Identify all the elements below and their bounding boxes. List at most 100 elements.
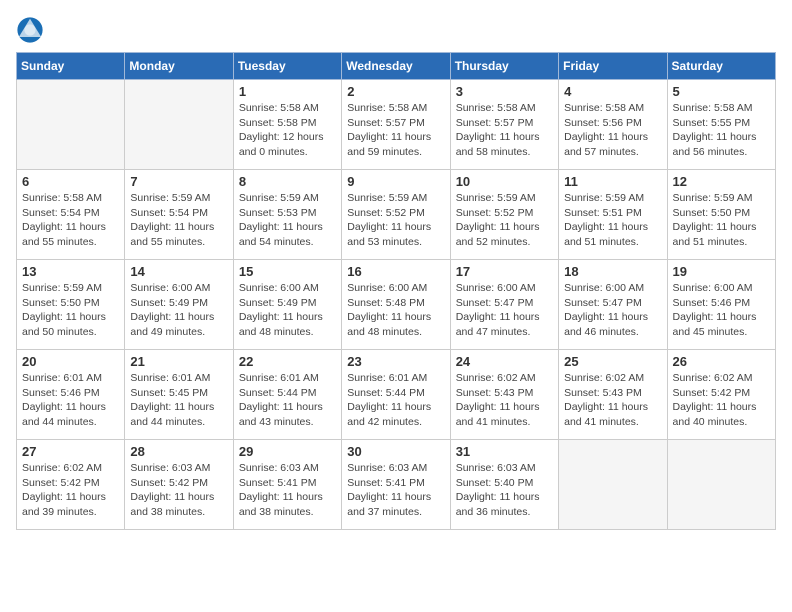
calendar-cell	[559, 440, 667, 530]
day-number: 16	[347, 264, 444, 279]
day-info: Sunrise: 5:59 AM Sunset: 5:51 PM Dayligh…	[564, 191, 661, 250]
calendar-cell: 10Sunrise: 5:59 AM Sunset: 5:52 PM Dayli…	[450, 170, 558, 260]
weekday-header: Thursday	[450, 53, 558, 80]
day-number: 4	[564, 84, 661, 99]
calendar-cell: 23 Sunrise: 6:01 AM Sunset: 5:44 PM Dayli…	[342, 350, 450, 440]
weekday-header: Monday	[125, 53, 233, 80]
day-info: Sunrise: 6:03 AM Sunset: 5:41 PM Dayligh…	[239, 461, 336, 520]
calendar-cell: 30 Sunrise: 6:03 AM Sunset: 5:41 PM Dayli…	[342, 440, 450, 530]
calendar-cell	[667, 440, 775, 530]
calendar-cell	[17, 80, 125, 170]
calendar-cell: 3 Sunrise: 5:58 AM Sunset: 5:57 PM Daylig…	[450, 80, 558, 170]
calendar-cell: 27 Sunrise: 6:02 AM Sunset: 5:42 PM Dayli…	[17, 440, 125, 530]
day-number: 30	[347, 444, 444, 459]
calendar-week-row: 13 Sunrise: 5:59 AM Sunset: 5:50 PM Dayli…	[17, 260, 776, 350]
day-info: Sunrise: 6:02 AM Sunset: 5:43 PM Dayligh…	[564, 371, 661, 430]
day-info: Sunrise: 6:00 AM Sunset: 5:49 PM Dayligh…	[130, 281, 227, 340]
calendar-cell: 19 Sunrise: 6:00 AM Sunset: 5:46 PM Dayli…	[667, 260, 775, 350]
day-info: Sunrise: 5:59 AM Sunset: 5:52 PM Dayligh…	[347, 191, 444, 250]
day-number: 3	[456, 84, 553, 99]
calendar-cell: 28 Sunrise: 6:03 AM Sunset: 5:42 PM Dayli…	[125, 440, 233, 530]
day-number: 31	[456, 444, 553, 459]
weekday-header: Sunday	[17, 53, 125, 80]
day-info: Sunrise: 6:00 AM Sunset: 5:47 PM Dayligh…	[564, 281, 661, 340]
calendar-cell: 20Sunrise: 6:01 AM Sunset: 5:46 PM Dayli…	[17, 350, 125, 440]
day-info: Sunrise: 5:58 AM Sunset: 5:56 PM Dayligh…	[564, 101, 661, 160]
day-number: 29	[239, 444, 336, 459]
weekday-header: Saturday	[667, 53, 775, 80]
day-number: 13	[22, 264, 119, 279]
calendar-week-row: 6Sunrise: 5:58 AM Sunset: 5:54 PM Daylig…	[17, 170, 776, 260]
calendar-cell: 22 Sunrise: 6:01 AM Sunset: 5:44 PM Dayli…	[233, 350, 341, 440]
weekday-header: Friday	[559, 53, 667, 80]
day-number: 23	[347, 354, 444, 369]
calendar-cell: 4 Sunrise: 5:58 AM Sunset: 5:56 PM Daylig…	[559, 80, 667, 170]
day-number: 2	[347, 84, 444, 99]
calendar-week-row: 27 Sunrise: 6:02 AM Sunset: 5:42 PM Dayli…	[17, 440, 776, 530]
day-number: 19	[673, 264, 770, 279]
day-info: Sunrise: 6:03 AM Sunset: 5:42 PM Dayligh…	[130, 461, 227, 520]
day-info: Sunrise: 6:03 AM Sunset: 5:41 PM Dayligh…	[347, 461, 444, 520]
day-number: 25	[564, 354, 661, 369]
calendar-table: SundayMondayTuesdayWednesdayThursdayFrid…	[16, 52, 776, 530]
day-number: 1	[239, 84, 336, 99]
weekday-header: Wednesday	[342, 53, 450, 80]
day-number: 7	[130, 174, 227, 189]
day-info: Sunrise: 5:59 AM Sunset: 5:52 PM Dayligh…	[456, 191, 553, 250]
day-number: 14	[130, 264, 227, 279]
calendar-cell: 16 Sunrise: 6:00 AM Sunset: 5:48 PM Dayli…	[342, 260, 450, 350]
calendar-week-row: 20Sunrise: 6:01 AM Sunset: 5:46 PM Dayli…	[17, 350, 776, 440]
day-number: 8	[239, 174, 336, 189]
weekday-header: Tuesday	[233, 53, 341, 80]
day-info: Sunrise: 6:01 AM Sunset: 5:45 PM Dayligh…	[130, 371, 227, 430]
calendar-cell: 8 Sunrise: 5:59 AM Sunset: 5:53 PM Daylig…	[233, 170, 341, 260]
calendar-cell: 9 Sunrise: 5:59 AM Sunset: 5:52 PM Daylig…	[342, 170, 450, 260]
calendar-cell	[125, 80, 233, 170]
day-info: Sunrise: 6:02 AM Sunset: 5:43 PM Dayligh…	[456, 371, 553, 430]
day-info: Sunrise: 5:59 AM Sunset: 5:50 PM Dayligh…	[22, 281, 119, 340]
calendar-cell: 2 Sunrise: 5:58 AM Sunset: 5:57 PM Daylig…	[342, 80, 450, 170]
day-info: Sunrise: 5:58 AM Sunset: 5:54 PM Dayligh…	[22, 191, 119, 250]
day-info: Sunrise: 5:59 AM Sunset: 5:50 PM Dayligh…	[673, 191, 770, 250]
day-info: Sunrise: 5:59 AM Sunset: 5:54 PM Dayligh…	[130, 191, 227, 250]
day-info: Sunrise: 5:58 AM Sunset: 5:58 PM Dayligh…	[239, 101, 336, 160]
calendar-cell: 31 Sunrise: 6:03 AM Sunset: 5:40 PM Dayli…	[450, 440, 558, 530]
day-info: Sunrise: 6:00 AM Sunset: 5:47 PM Dayligh…	[456, 281, 553, 340]
day-number: 12	[673, 174, 770, 189]
calendar-cell: 11Sunrise: 5:59 AM Sunset: 5:51 PM Dayli…	[559, 170, 667, 260]
calendar-cell: 25 Sunrise: 6:02 AM Sunset: 5:43 PM Dayli…	[559, 350, 667, 440]
day-number: 27	[22, 444, 119, 459]
calendar-cell: 15Sunrise: 6:00 AM Sunset: 5:49 PM Dayli…	[233, 260, 341, 350]
day-number: 17	[456, 264, 553, 279]
day-info: Sunrise: 5:58 AM Sunset: 5:57 PM Dayligh…	[347, 101, 444, 160]
calendar-cell: 26 Sunrise: 6:02 AM Sunset: 5:42 PM Dayli…	[667, 350, 775, 440]
day-number: 5	[673, 84, 770, 99]
day-number: 20	[22, 354, 119, 369]
day-number: 24	[456, 354, 553, 369]
day-info: Sunrise: 6:00 AM Sunset: 5:48 PM Dayligh…	[347, 281, 444, 340]
logo-icon	[16, 16, 44, 44]
day-info: Sunrise: 5:58 AM Sunset: 5:57 PM Dayligh…	[456, 101, 553, 160]
day-number: 28	[130, 444, 227, 459]
day-number: 26	[673, 354, 770, 369]
day-info: Sunrise: 6:01 AM Sunset: 5:44 PM Dayligh…	[239, 371, 336, 430]
day-info: Sunrise: 6:00 AM Sunset: 5:46 PM Dayligh…	[673, 281, 770, 340]
day-info: Sunrise: 5:59 AM Sunset: 5:53 PM Dayligh…	[239, 191, 336, 250]
day-info: Sunrise: 6:02 AM Sunset: 5:42 PM Dayligh…	[673, 371, 770, 430]
day-number: 18	[564, 264, 661, 279]
day-info: Sunrise: 6:01 AM Sunset: 5:44 PM Dayligh…	[347, 371, 444, 430]
day-info: Sunrise: 6:02 AM Sunset: 5:42 PM Dayligh…	[22, 461, 119, 520]
day-number: 9	[347, 174, 444, 189]
calendar-cell: 21 Sunrise: 6:01 AM Sunset: 5:45 PM Dayli…	[125, 350, 233, 440]
day-info: Sunrise: 6:03 AM Sunset: 5:40 PM Dayligh…	[456, 461, 553, 520]
calendar-cell: 7 Sunrise: 5:59 AM Sunset: 5:54 PM Daylig…	[125, 170, 233, 260]
day-info: Sunrise: 6:00 AM Sunset: 5:49 PM Dayligh…	[239, 281, 336, 340]
day-number: 21	[130, 354, 227, 369]
calendar-week-row: 1 Sunrise: 5:58 AM Sunset: 5:58 PM Daylig…	[17, 80, 776, 170]
calendar-cell: 14 Sunrise: 6:00 AM Sunset: 5:49 PM Dayli…	[125, 260, 233, 350]
calendar-header-row: SundayMondayTuesdayWednesdayThursdayFrid…	[17, 53, 776, 80]
calendar-cell: 6Sunrise: 5:58 AM Sunset: 5:54 PM Daylig…	[17, 170, 125, 260]
day-number: 22	[239, 354, 336, 369]
calendar-cell: 17 Sunrise: 6:00 AM Sunset: 5:47 PM Dayli…	[450, 260, 558, 350]
logo	[16, 16, 48, 44]
